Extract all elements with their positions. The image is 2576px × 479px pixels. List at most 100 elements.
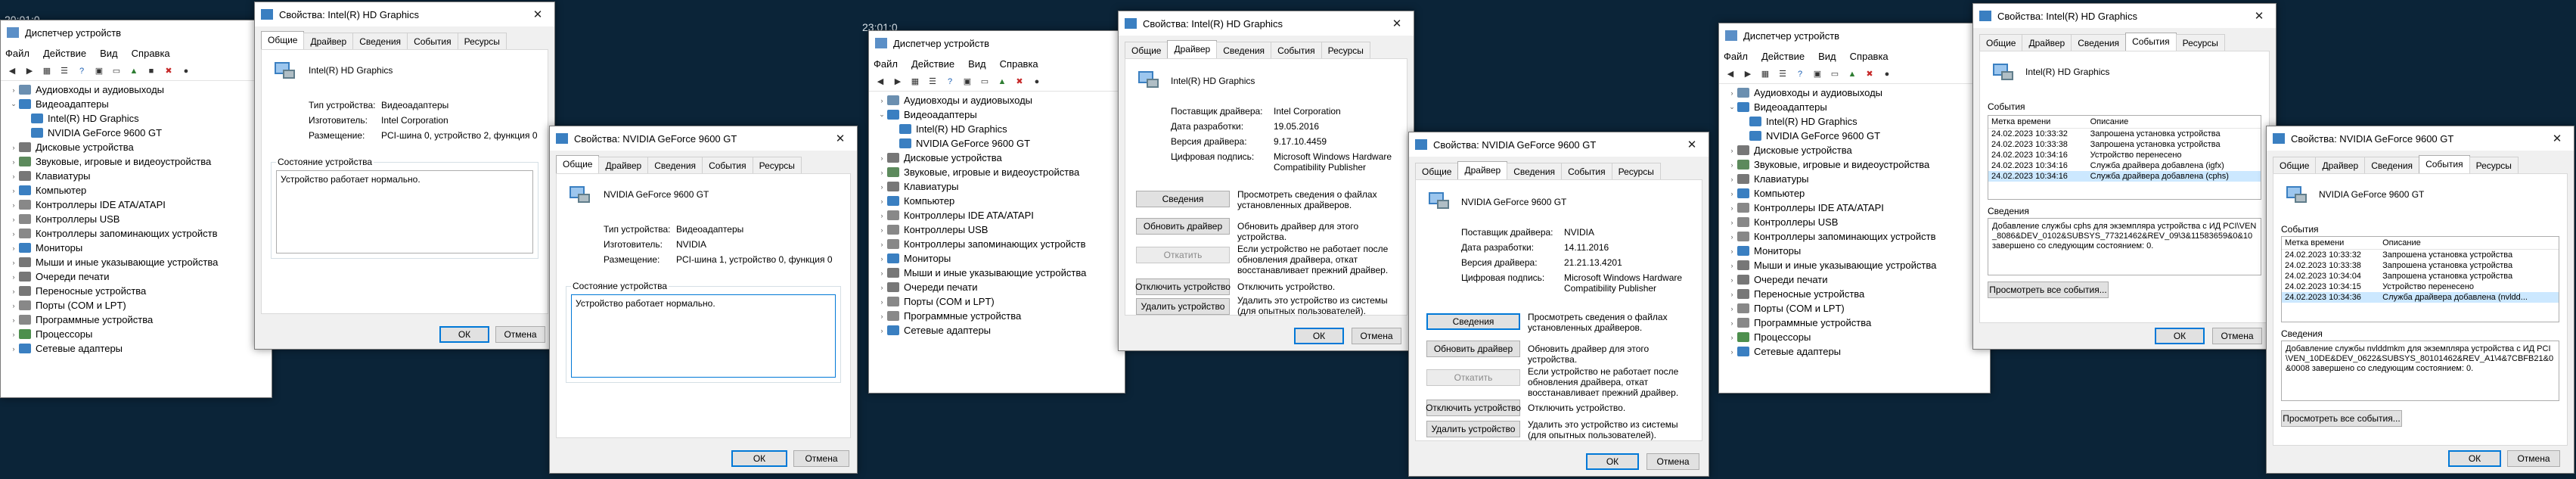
- device-category[interactable]: › Клавиатуры: [1719, 172, 1990, 186]
- device-category[interactable]: › Звуковые, игровые и видеоустройства: [1719, 157, 1990, 172]
- chevron-right-icon[interactable]: ›: [8, 259, 19, 266]
- monitor-icon[interactable]: ▭: [1828, 68, 1842, 80]
- chevron-right-icon[interactable]: ›: [8, 216, 19, 223]
- chevron-right-icon[interactable]: ›: [1727, 348, 1737, 356]
- view-all-events-button[interactable]: Просмотреть все события...: [2281, 410, 2402, 427]
- device-category[interactable]: ⌄ Видеоадаптеры: [1, 97, 272, 111]
- events-list[interactable]: Метка времени Описание 24.02.2023 10:33:…: [1988, 115, 2261, 200]
- col-timestamp[interactable]: Метка времени: [2282, 237, 2380, 250]
- disable-device-button[interactable]: Отключить устройство: [1135, 278, 1231, 295]
- close-icon[interactable]: ✕: [2242, 4, 2276, 28]
- disable-device-button[interactable]: Отключить устройство: [1426, 400, 1521, 416]
- col-description[interactable]: Описание: [2087, 116, 2261, 129]
- chevron-right-icon[interactable]: ›: [1727, 291, 1737, 298]
- device-category[interactable]: › Дисковые устройства: [1719, 143, 1990, 157]
- device-category[interactable]: › Процессоры: [1, 327, 272, 341]
- chevron-right-icon[interactable]: ›: [1727, 276, 1737, 284]
- cancel-button[interactable]: Отмена: [495, 326, 545, 343]
- event-row[interactable]: 24.02.2023 10:34:15 Устройство перенесено: [2282, 281, 2559, 292]
- title-bar[interactable]: Диспетчер устройств: [1, 20, 272, 45]
- chevron-right-icon[interactable]: ›: [877, 212, 887, 219]
- cancel-button[interactable]: Отмена: [2507, 450, 2560, 467]
- event-info-text[interactable]: Добавление службы nvlddmkm для экземпляр…: [2281, 341, 2559, 401]
- tab-events[interactable]: События: [1561, 163, 1612, 179]
- device-item[interactable]: Intel(R) HD Graphics: [869, 122, 1125, 136]
- event-row[interactable]: 24.02.2023 10:33:38 Запрошена установка у…: [1988, 139, 2261, 150]
- device-category[interactable]: › Контроллеры USB: [1719, 215, 1990, 229]
- device-category[interactable]: › Очереди печати: [1719, 272, 1990, 287]
- tab-details[interactable]: Сведения: [647, 157, 703, 173]
- properties-icon[interactable]: ▣: [961, 76, 974, 88]
- device-category[interactable]: › Звуковые, игровые и видеоустройства: [1, 154, 272, 169]
- menu-action[interactable]: Действие: [1761, 51, 1805, 62]
- device-category[interactable]: › Порты (COM и LPT): [869, 294, 1125, 309]
- device-category[interactable]: › Очереди печати: [1, 269, 272, 284]
- back-icon[interactable]: ◀: [1724, 68, 1737, 80]
- menu-view[interactable]: Вид: [1818, 51, 1836, 62]
- chevron-right-icon[interactable]: ›: [877, 327, 887, 334]
- chevron-right-icon[interactable]: ›: [8, 288, 19, 295]
- chevron-right-icon[interactable]: ›: [8, 144, 19, 151]
- chevron-right-icon[interactable]: ›: [1727, 262, 1737, 269]
- ok-button[interactable]: ОК: [1586, 453, 1639, 470]
- device-category[interactable]: › Звуковые, игровые и видеоустройства: [869, 165, 1125, 179]
- device-category[interactable]: › Клавиатуры: [869, 179, 1125, 194]
- device-category[interactable]: › Процессоры: [1719, 330, 1990, 344]
- update-driver-button[interactable]: Обновить драйвер: [1426, 341, 1520, 357]
- chevron-right-icon[interactable]: ›: [1727, 334, 1737, 341]
- chevron-right-icon[interactable]: ›: [877, 313, 887, 320]
- device-category[interactable]: › Переносные устройства: [1, 284, 272, 298]
- ok-button[interactable]: ОК: [2448, 450, 2501, 467]
- device-category[interactable]: › Программные устройства: [869, 309, 1125, 323]
- chevron-right-icon[interactable]: ›: [877, 298, 887, 306]
- tab-resources[interactable]: Ресурсы: [1321, 42, 1370, 58]
- cancel-button[interactable]: Отмена: [1646, 453, 1699, 470]
- tab-events[interactable]: События: [2419, 155, 2470, 173]
- device-category[interactable]: ⌄ Видеоадаптеры: [1719, 100, 1990, 114]
- title-bar[interactable]: Диспетчер устройств: [869, 31, 1125, 55]
- menu-view[interactable]: Вид: [100, 48, 118, 59]
- chevron-right-icon[interactable]: ›: [1727, 305, 1737, 313]
- tab-general[interactable]: Общие: [261, 31, 305, 49]
- chevron-right-icon[interactable]: ›: [1727, 147, 1737, 154]
- device-category[interactable]: › Мониторы: [1719, 244, 1990, 258]
- chevron-right-icon[interactable]: ›: [8, 345, 19, 353]
- menu-action[interactable]: Действие: [911, 58, 954, 70]
- tab-details[interactable]: Сведения: [2071, 34, 2127, 51]
- chevron-right-icon[interactable]: ›: [1727, 204, 1737, 212]
- close-icon[interactable]: ✕: [1380, 11, 1414, 36]
- close-icon[interactable]: ✕: [2540, 126, 2574, 151]
- tab-general[interactable]: Общие: [556, 155, 600, 173]
- tab-driver[interactable]: Драйвер: [598, 157, 649, 173]
- event-row[interactable]: 24.02.2023 10:34:16 Служба драйвера добав…: [1988, 160, 2261, 171]
- uninstall-device-button[interactable]: Удалить устройство: [1136, 298, 1230, 315]
- scan-icon[interactable]: ●: [179, 65, 193, 77]
- list-icon[interactable]: ☰: [926, 76, 939, 88]
- tab-general[interactable]: Общие: [1979, 34, 2023, 51]
- chevron-down-icon[interactable]: ⌄: [1727, 103, 1737, 111]
- help-icon[interactable]: ?: [1793, 68, 1807, 80]
- event-row[interactable]: 24.02.2023 10:33:38 Запрошена установка у…: [2282, 260, 2559, 271]
- device-category[interactable]: › Мыши и иные указывающие устройства: [1719, 258, 1990, 272]
- tab-driver[interactable]: Драйвер: [303, 33, 354, 49]
- roll-back-driver-button[interactable]: Откатить: [1426, 369, 1520, 386]
- chevron-right-icon[interactable]: ›: [8, 302, 19, 309]
- device-category[interactable]: › Программные устройства: [1719, 316, 1990, 330]
- tree-view-icon[interactable]: ▦: [1758, 68, 1772, 80]
- tab-driver[interactable]: Драйвер: [1457, 161, 1508, 179]
- device-category[interactable]: › Контроллеры запоминающих устройств: [869, 237, 1125, 251]
- close-icon[interactable]: ✕: [1675, 132, 1709, 157]
- device-category[interactable]: › Дисковые устройства: [869, 151, 1125, 165]
- title-bar[interactable]: Свойства: NVIDIA GeForce 9600 GT ✕: [2267, 126, 2574, 151]
- col-timestamp[interactable]: Метка времени: [1988, 116, 2087, 129]
- close-icon[interactable]: ✕: [521, 2, 554, 26]
- chevron-down-icon[interactable]: ⌄: [877, 110, 887, 119]
- tab-resources[interactable]: Ресурсы: [1611, 163, 1661, 179]
- title-bar[interactable]: Свойства: NVIDIA GeForce 9600 GT ✕: [1409, 132, 1709, 157]
- chevron-right-icon[interactable]: ›: [1727, 161, 1737, 169]
- chevron-right-icon[interactable]: ›: [877, 284, 887, 291]
- chevron-right-icon[interactable]: ›: [1727, 190, 1737, 198]
- update-driver-button[interactable]: Обновить драйвер: [1136, 218, 1230, 235]
- tree-view-icon[interactable]: ▦: [40, 65, 54, 77]
- uninstall-device-button[interactable]: Удалить устройство: [1426, 421, 1520, 437]
